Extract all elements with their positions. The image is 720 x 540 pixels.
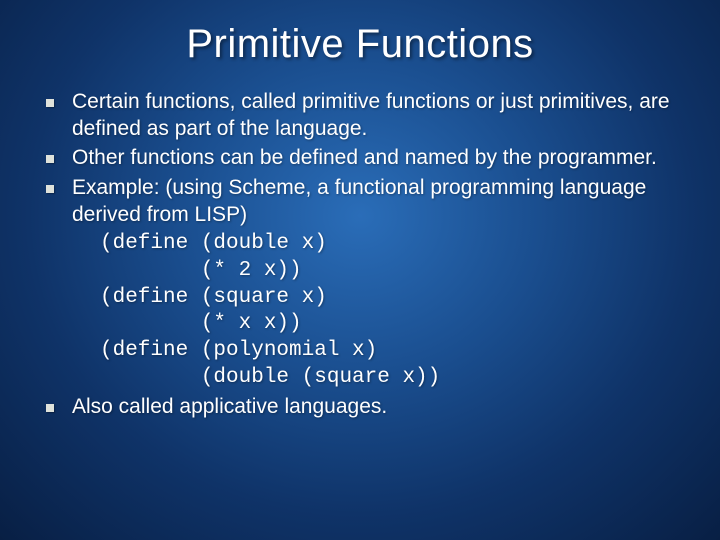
list-item: Also called applicative languages. [40, 394, 680, 421]
slide-title: Primitive Functions [34, 22, 686, 67]
list-item: Other functions can be defined and named… [40, 145, 680, 172]
slide: Primitive Functions Certain functions, c… [0, 0, 720, 540]
list-item: Example: (using Scheme, a functional pro… [40, 175, 680, 228]
bullet-list-2: Also called applicative languages. [34, 394, 686, 421]
bullet-list: Certain functions, called primitive func… [34, 89, 686, 228]
code-example: (define (double x) (* 2 x)) (define (squ… [100, 231, 686, 391]
list-item: Certain functions, called primitive func… [40, 89, 680, 142]
